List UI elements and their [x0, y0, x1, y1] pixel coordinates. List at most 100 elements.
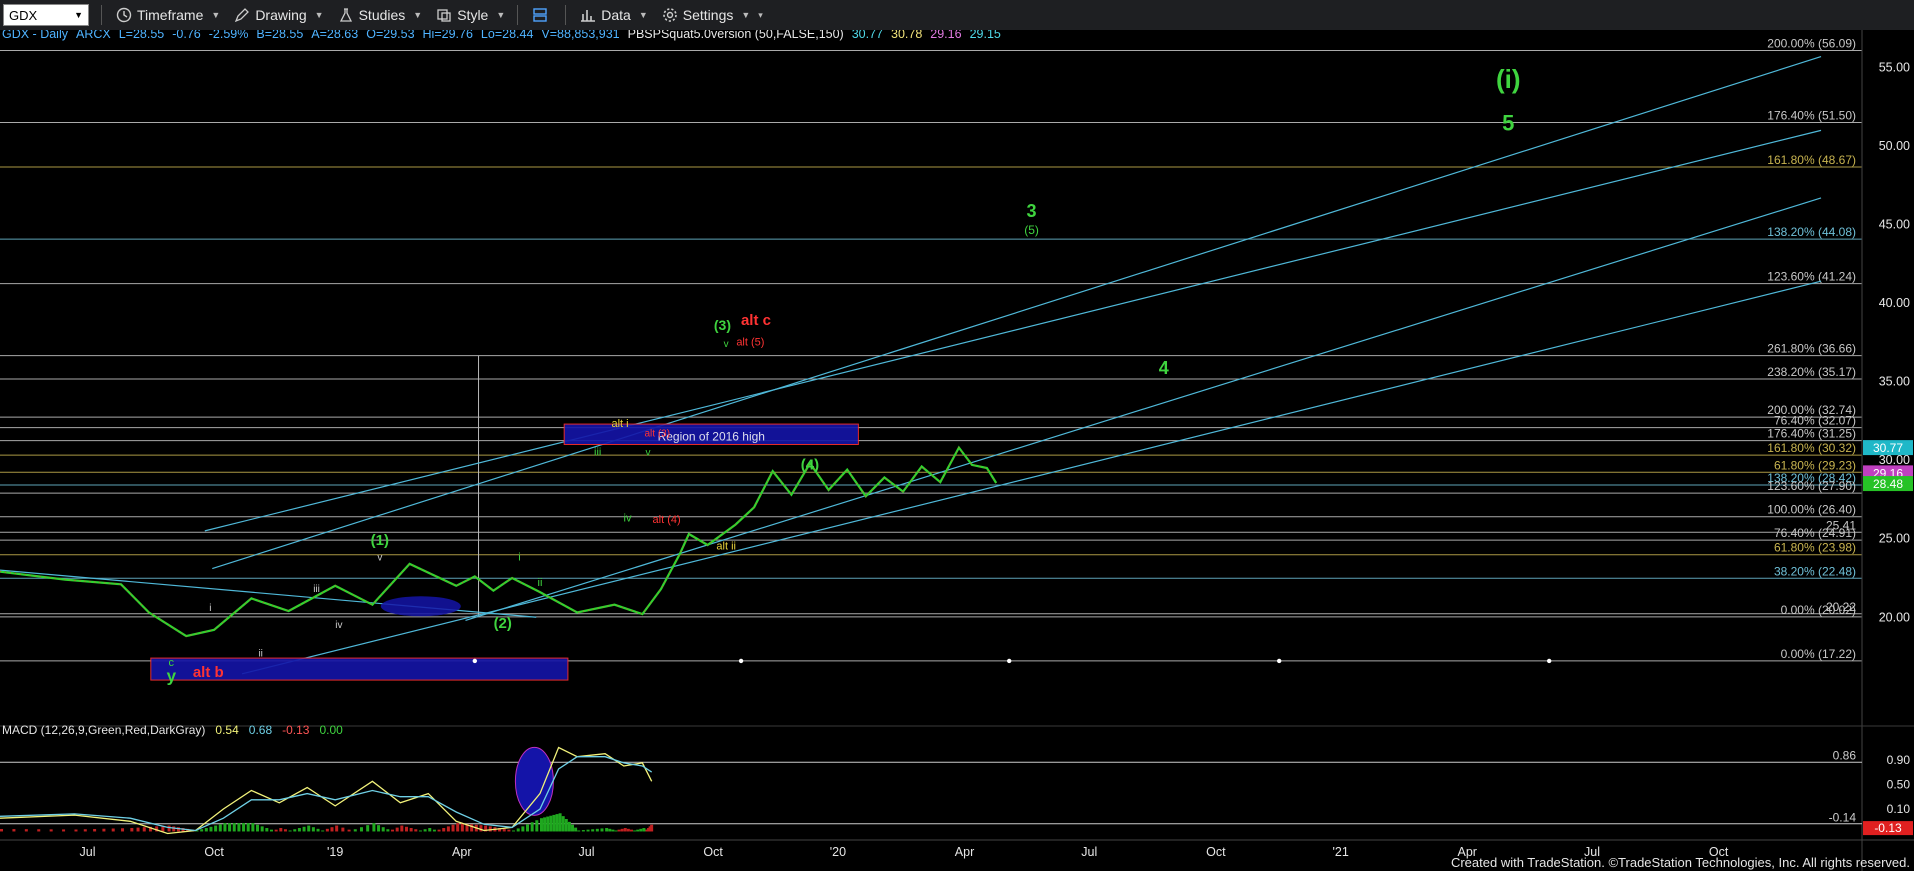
- wave-label: iii: [594, 446, 601, 458]
- layout-icon: [533, 8, 547, 22]
- macd-histogram-bar: [530, 822, 534, 832]
- wave-label: 4: [1159, 358, 1169, 378]
- region-label: Region of 2016 high: [658, 429, 765, 443]
- x-tick-label: Jul: [579, 845, 595, 859]
- macd-histogram-bar: [288, 830, 292, 832]
- header-field: 30.77: [852, 30, 883, 41]
- y-tick-label: 50.00: [1879, 139, 1910, 153]
- macd-histogram-bar: [242, 823, 246, 832]
- macd-histogram-bar: [256, 824, 260, 832]
- caret-down-icon[interactable]: ▾: [758, 10, 763, 21]
- wave-label: alt c: [741, 312, 771, 329]
- settings-label: Settings: [682, 7, 734, 23]
- macd-histogram-bar: [546, 816, 550, 832]
- macd-histogram-bar: [0, 828, 3, 832]
- caret-down-icon: ▼: [211, 10, 221, 20]
- wave-label: (1): [371, 532, 389, 549]
- macd-histogram-bar: [74, 829, 78, 832]
- x-tick-label: Apr: [452, 845, 471, 859]
- macd-histogram-bar: [611, 829, 615, 832]
- footer-credit: Created with TradeStation. ©TradeStation…: [1451, 855, 1910, 870]
- toolbar-divider: [517, 5, 519, 25]
- y-tick-label: 20.00: [1879, 610, 1910, 624]
- wave-label: alt ii: [716, 541, 736, 553]
- toolbar-divider: [101, 5, 102, 25]
- macd-histogram-bar: [460, 823, 464, 832]
- y-tick-label: 40.00: [1879, 296, 1910, 310]
- fib-level-label: 238.20% (35.17): [1767, 365, 1856, 379]
- caret-down-icon: ▼: [741, 10, 751, 20]
- macd-histogram-bar: [428, 828, 432, 832]
- macd-histogram-bar: [451, 824, 455, 832]
- fib-level-label: 123.60% (41.24): [1767, 270, 1856, 284]
- marker-dot: [738, 658, 744, 664]
- x-tick-label: Jul: [1081, 845, 1097, 859]
- macd-histogram-bar: [260, 826, 264, 832]
- macd-histogram-bar: [353, 829, 357, 832]
- macd-tick-label: 0.50: [1887, 777, 1911, 791]
- fib-level-label: 123.60% (27.90): [1767, 479, 1856, 493]
- macd-histogram-bar: [130, 828, 134, 832]
- layout-button[interactable]: [532, 7, 553, 23]
- price-chart[interactable]: 200.00% (56.09) 176.40% (51.50) 161.80% (4…: [0, 30, 1914, 871]
- caret-down-icon: ▼: [314, 10, 324, 20]
- price-badge-label: 28.48: [1873, 477, 1903, 491]
- header-field: 30.78: [891, 30, 922, 41]
- header-field: 29.16: [930, 30, 961, 41]
- fib-level-label: 161.80% (48.67): [1767, 153, 1856, 167]
- macd-histogram-bar: [409, 828, 413, 832]
- macd-histogram-bar: [395, 827, 399, 832]
- wave-label: y: [167, 667, 177, 686]
- base-ellipse: [380, 596, 461, 617]
- macd-histogram-bar: [330, 827, 334, 832]
- macd-histogram-bar: [617, 829, 621, 832]
- symbol-dropdown[interactable]: GDX ▼: [3, 4, 89, 26]
- style-button[interactable]: Style ▼: [436, 7, 505, 23]
- marker-dot: [1007, 658, 1012, 664]
- settings-button[interactable]: Settings ▼: [662, 7, 751, 23]
- fib-level-label: 161.80% (30.32): [1767, 441, 1856, 455]
- wave-label: v: [724, 339, 729, 350]
- macd-histogram-bar: [209, 826, 213, 832]
- macd-reference-label: 0.86: [1833, 748, 1857, 762]
- drawing-button[interactable]: Drawing ▼: [234, 7, 324, 23]
- wave-label: (5): [1024, 223, 1039, 237]
- marker-dot: [472, 658, 478, 664]
- macd-header: MACD (12,26,9,Green,Red,DarkGray) 0.54 0.6…: [2, 723, 343, 737]
- macd-histogram-bar: [167, 825, 171, 832]
- macd-histogram-bar: [142, 827, 146, 832]
- header-field: L=28.55: [119, 30, 165, 41]
- price-badges: 30.7729.1628.48: [1863, 440, 1913, 492]
- header-field: PBSPSquat5.0version (50,FALSE,150): [628, 30, 844, 41]
- macd-badge-label: -0.13: [1874, 821, 1902, 835]
- wave-label: alt i: [611, 418, 628, 430]
- macd-histogram-bar: [223, 823, 227, 832]
- macd-histogram-bar: [377, 825, 381, 832]
- y-tick-label: 30.00: [1879, 453, 1910, 467]
- header-field: Hi=29.76: [423, 30, 473, 41]
- x-tick-label: '21: [1332, 845, 1348, 859]
- studies-button[interactable]: Studies ▼: [338, 7, 422, 23]
- x-tick-label: '19: [327, 845, 343, 859]
- data-button[interactable]: Data ▼: [580, 7, 648, 23]
- macd-histogram-bar: [442, 828, 446, 832]
- fib-level-label: 138.20% (44.08): [1767, 225, 1856, 239]
- macd-histogram-bar: [246, 823, 250, 832]
- y-tick-label: 55.00: [1879, 61, 1910, 75]
- fib-level-label: 176.40% (31.25): [1767, 427, 1856, 441]
- toolbar: GDX ▼ Timeframe ▼ Drawing ▼ Studies ▼ St…: [0, 0, 1914, 31]
- data-label: Data: [601, 7, 631, 23]
- macd-header-field: 0.00: [319, 723, 343, 737]
- chart-header: GDX - Daily ARCX L=28.55 -0.76 -2.59% B=28.55…: [2, 30, 1001, 41]
- macd-ellipse: [514, 746, 554, 816]
- timeframe-button[interactable]: Timeframe ▼: [116, 7, 220, 23]
- macd-tick-label: 0.90: [1887, 753, 1911, 767]
- macd-histogram-bar: [423, 829, 427, 832]
- macd-histogram-bar: [446, 826, 450, 832]
- macd-histogram-bar: [555, 814, 559, 832]
- marker-dot: [1276, 658, 1282, 664]
- wave-label: (i): [1496, 64, 1521, 94]
- macd-histogram-bar: [302, 826, 306, 832]
- macd-histogram-bar: [24, 829, 28, 832]
- caret-down-icon: ▼: [638, 10, 648, 20]
